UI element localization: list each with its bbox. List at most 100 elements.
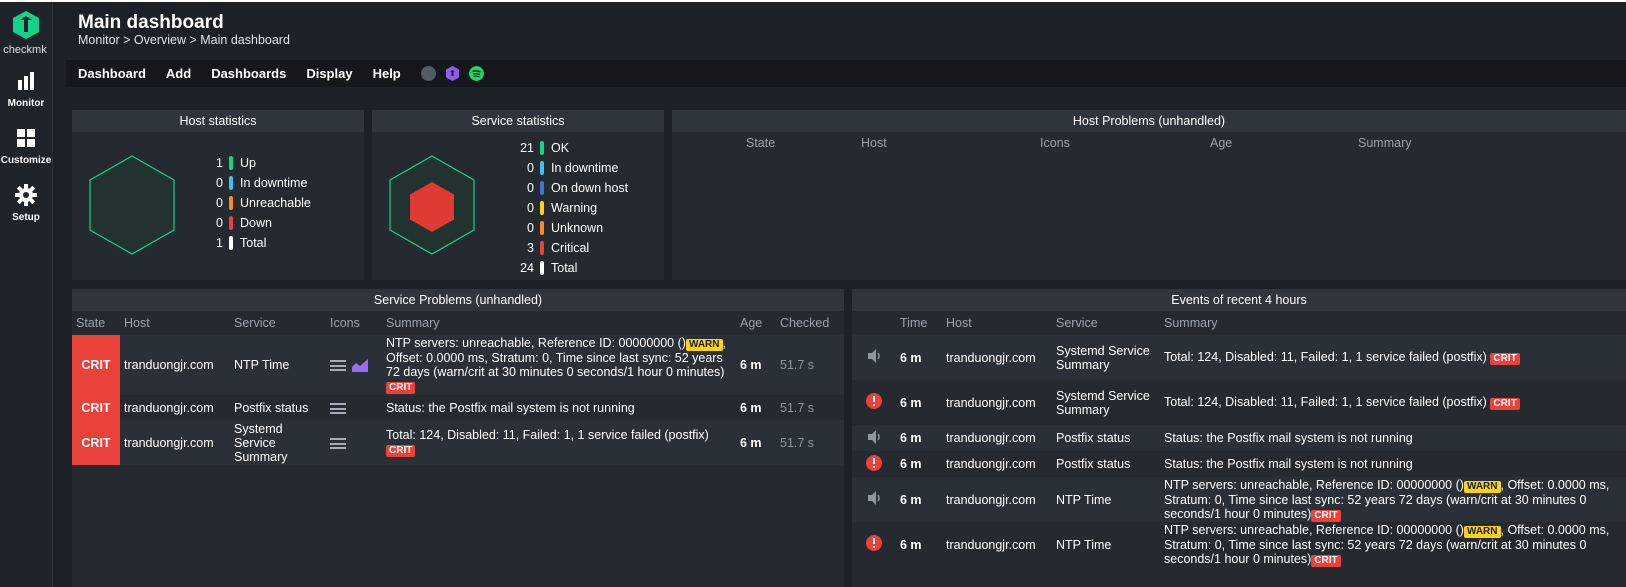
state-badge: CRIT (72, 420, 120, 465)
menu-icon[interactable] (330, 437, 346, 449)
col-age[interactable]: Age (736, 311, 776, 335)
table-row[interactable]: 6 m tranduongjr.com NTP Time NTP servers… (852, 477, 1626, 522)
page-title: Main dashboard (78, 12, 224, 33)
nav-customize[interactable]: Customize (0, 127, 52, 166)
host-stat-row[interactable]: 1 Up (201, 155, 256, 171)
grid-icon (17, 129, 35, 147)
service-stats-panel: Service statistics 21 OK 0 In downtime 0 On… (372, 110, 664, 280)
graph-icon[interactable] (352, 358, 369, 373)
checkmk-logo-icon[interactable] (12, 10, 40, 40)
nav-monitor-label: Monitor (7, 98, 45, 109)
host-stat-row[interactable]: 0 In downtime (201, 175, 307, 191)
table-row[interactable]: 6 m tranduongjr.com Systemd Service Summ… (852, 380, 1626, 425)
menu-dashboards[interactable]: Dashboards (211, 66, 286, 81)
bar-chart-icon (18, 72, 34, 90)
breadcrumb[interactable]: Monitor > Overview > Main dashboard (78, 33, 290, 47)
host-link[interactable]: tranduongjr.com (120, 395, 230, 420)
host-stat-row[interactable]: 0 Down (201, 215, 272, 231)
service-link[interactable]: NTP Time (1052, 477, 1160, 522)
nav-setup-label: Setup (12, 212, 40, 223)
summary-cell: NTP servers: unreachable, Reference ID: … (386, 336, 726, 394)
time-cell: 6 m (900, 537, 922, 552)
alert-icon (866, 393, 882, 409)
service-link[interactable]: Postfix status (230, 395, 326, 420)
host-link[interactable]: tranduongjr.com (942, 335, 1052, 380)
nav-monitor[interactable]: Monitor (0, 70, 52, 109)
icons-cell (326, 395, 382, 420)
menu-display[interactable]: Display (306, 66, 352, 81)
col-summary[interactable]: Summary (1358, 136, 1411, 150)
table-row[interactable]: CRIT tranduongjr.com Postfix status Stat… (72, 395, 844, 420)
top-border (0, 0, 1626, 2)
service-stat-row[interactable]: 24 Total (512, 260, 577, 276)
col-service[interactable]: Service (1052, 311, 1160, 335)
crit-badge: CRIT (386, 445, 416, 457)
service-link[interactable]: NTP Time (230, 335, 326, 395)
table-row[interactable]: CRIT tranduongjr.com Systemd Service Sum… (72, 420, 844, 465)
menu-add[interactable]: Add (166, 66, 191, 81)
nav-setup[interactable]: Setup (0, 184, 52, 223)
col-time[interactable]: Time (896, 311, 942, 335)
service-link[interactable]: Postfix status (1052, 425, 1160, 451)
age-cell: 6 m (740, 435, 762, 450)
col-icons[interactable]: Icons (326, 311, 382, 335)
col-host[interactable]: Host (861, 136, 887, 150)
service-link[interactable]: Systemd Service Summary (230, 420, 326, 465)
host-stat-row[interactable]: 0 Unreachable (201, 195, 311, 211)
service-stat-row[interactable]: 0 In downtime (512, 160, 618, 176)
crit-badge: CRIT (1490, 353, 1520, 365)
globe-icon[interactable] (420, 66, 436, 81)
table-row[interactable]: CRIT tranduongjr.com NTP Time NTP server… (72, 335, 844, 395)
checkmk-cube-icon[interactable] (445, 66, 460, 81)
col-checked[interactable]: Checked (776, 311, 844, 335)
host-hexagon[interactable] (89, 155, 175, 255)
service-link[interactable]: Systemd Service Summary (1052, 335, 1160, 380)
service-link[interactable]: NTP Time (1052, 522, 1160, 567)
menu-dashboard[interactable]: Dashboard (78, 66, 146, 81)
table-row[interactable]: 6 m tranduongjr.com NTP Time NTP servers… (852, 522, 1626, 567)
service-stat-row[interactable]: 0 Warning (512, 200, 597, 216)
menu-icon[interactable] (330, 402, 346, 414)
nav-customize-label: Customize (0, 155, 52, 166)
table-row[interactable]: 6 m tranduongjr.com Systemd Service Summ… (852, 335, 1626, 380)
menu-icon[interactable] (330, 359, 346, 371)
warn-badge: WARN (1463, 480, 1501, 493)
col-host[interactable]: Host (942, 311, 1052, 335)
col-summary[interactable]: Summary (382, 311, 736, 335)
col-state[interactable]: State (746, 136, 775, 150)
col-service[interactable]: Service (230, 311, 326, 335)
spotify-icon[interactable] (468, 66, 484, 81)
host-link[interactable]: tranduongjr.com (942, 477, 1052, 522)
host-link[interactable]: tranduongjr.com (942, 425, 1052, 451)
table-header: State Host Service Icons Summary Age Che… (72, 311, 844, 335)
service-stat-row[interactable]: 3 Critical (512, 240, 589, 256)
host-problems-title: Host Problems (unhandled) (672, 110, 1626, 132)
host-link[interactable]: tranduongjr.com (942, 451, 1052, 477)
table-header: Time Host Service Summary (852, 311, 1626, 335)
col-host[interactable]: Host (120, 311, 230, 335)
service-link[interactable]: Systemd Service Summary (1052, 380, 1160, 425)
host-link[interactable]: tranduongjr.com (942, 522, 1052, 567)
menu-help[interactable]: Help (373, 66, 401, 81)
event-icon-cell (852, 477, 896, 522)
time-cell: 6 m (900, 492, 922, 507)
state-badge: CRIT (72, 395, 120, 420)
checked-cell: 51.7 s (780, 435, 815, 450)
service-stat-row[interactable]: 0 Unknown (512, 220, 603, 236)
table-row[interactable]: 6 m tranduongjr.com Postfix status Statu… (852, 425, 1626, 451)
host-link[interactable]: tranduongjr.com (942, 380, 1052, 425)
service-stat-row[interactable]: 0 On down host (512, 180, 628, 196)
col-icons[interactable]: Icons (1040, 136, 1070, 150)
host-stat-row[interactable]: 1 Total (201, 235, 266, 251)
host-link[interactable]: tranduongjr.com (120, 335, 230, 395)
col-state[interactable]: State (72, 311, 120, 335)
host-link[interactable]: tranduongjr.com (120, 420, 230, 465)
icons-cell (326, 335, 382, 395)
service-link[interactable]: Postfix status (1052, 451, 1160, 477)
col-summary[interactable]: Summary (1160, 311, 1626, 335)
table-row[interactable]: 6 m tranduongjr.com Postfix status Statu… (852, 451, 1626, 477)
service-hexagon[interactable] (389, 155, 475, 255)
service-stat-row[interactable]: 21 OK (512, 140, 569, 156)
host-stats-panel: Host statistics 1 Up 0 In downtime 0 Unreac… (72, 110, 364, 280)
col-age[interactable]: Age (1210, 136, 1232, 150)
